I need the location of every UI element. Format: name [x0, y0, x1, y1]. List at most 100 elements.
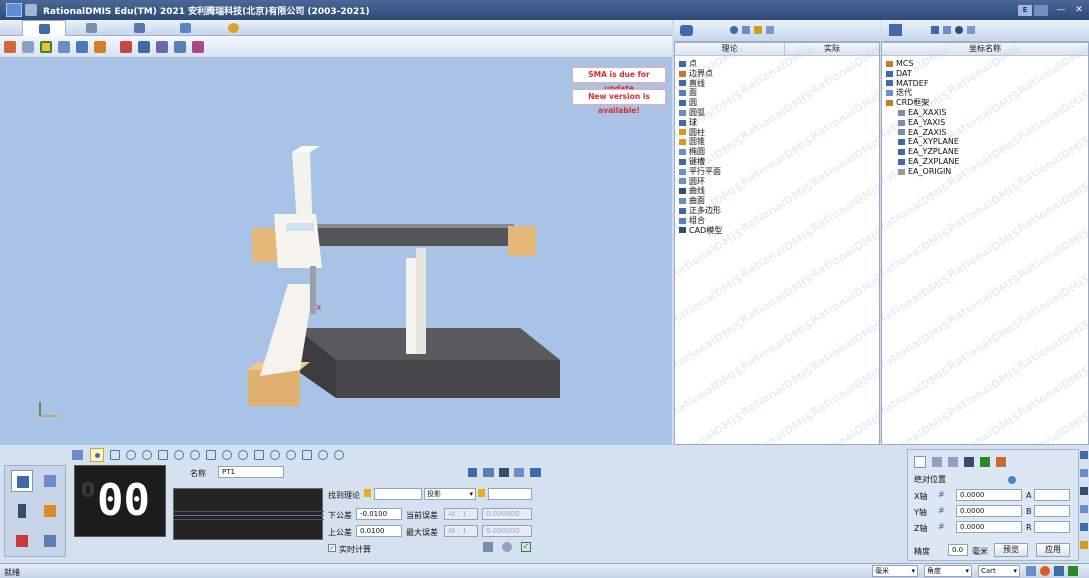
coord-item[interactable]: 迭代 [886, 88, 1088, 98]
coord-item[interactable]: EA_XYPLANE [886, 137, 1088, 147]
polygon-feature-icon[interactable] [318, 450, 328, 460]
angle-select[interactable]: 角度 ▾ [924, 565, 972, 577]
feature-item[interactable]: 平行平面 [679, 167, 879, 177]
feature-item[interactable]: 圆弧 [679, 108, 879, 118]
a-input[interactable] [1034, 489, 1070, 501]
side-icon-5[interactable] [1080, 523, 1088, 531]
side-icon-1[interactable] [1080, 451, 1088, 459]
tab-settings-icon[interactable] [228, 23, 239, 33]
measure-table-icon[interactable] [483, 468, 494, 477]
coord-item[interactable]: EA_XAXIS [886, 108, 1088, 118]
feature-item[interactable]: 曲面 [679, 196, 879, 206]
cad-mode-button[interactable] [39, 470, 61, 492]
precision-input[interactable]: 0.0 [948, 544, 968, 556]
parallel-planes-feature-icon[interactable] [254, 450, 264, 460]
confirm-icon[interactable]: ✓ [521, 542, 531, 552]
z-value-input[interactable]: 0.0000 [956, 521, 1022, 533]
name-input[interactable]: PT1 [218, 466, 284, 478]
status-record-icon[interactable] [1040, 566, 1050, 576]
feature-item[interactable]: 直线 [679, 79, 879, 89]
axes-button[interactable] [11, 530, 33, 552]
rotate-icon[interactable] [40, 41, 52, 53]
edit-icon[interactable] [483, 542, 493, 552]
coord-pane-icon[interactable] [889, 24, 902, 36]
camera-icon[interactable] [138, 41, 150, 53]
coord-item[interactable]: MATDEF [886, 79, 1088, 89]
feature-item[interactable]: 组合 [679, 216, 879, 226]
feature-item[interactable]: 键槽 [679, 157, 879, 167]
y-value-input[interactable]: 0.0000 [956, 505, 1022, 517]
plane-feature-icon[interactable] [126, 450, 136, 460]
probe-icon-2[interactable] [948, 457, 958, 467]
lighting-icon[interactable] [156, 41, 168, 53]
feature-item[interactable]: 曲线 [679, 186, 879, 196]
coord-item[interactable]: DAT [886, 69, 1088, 79]
language-badge[interactable]: E [1018, 5, 1032, 16]
move-icon[interactable] [980, 457, 990, 467]
arc-feature-icon[interactable] [158, 450, 168, 460]
status-plugin-icon[interactable] [1068, 566, 1078, 576]
feature-pane-icon[interactable] [680, 25, 693, 36]
combo-feature-icon[interactable] [334, 450, 344, 460]
apply-button[interactable]: 应用 [1036, 543, 1070, 557]
sphere-feature-icon[interactable] [174, 450, 184, 460]
position-mode-button[interactable] [914, 456, 926, 468]
home-view-icon[interactable] [4, 41, 16, 53]
find-nominal-input[interactable] [374, 488, 422, 500]
feature-item[interactable]: 球 [679, 118, 879, 128]
projection-select[interactable]: 投影 ▾ [424, 488, 476, 500]
report-button[interactable] [39, 530, 61, 552]
feature-item[interactable]: 圆环 [679, 177, 879, 187]
system-menu-icon[interactable] [25, 4, 37, 16]
feature-item[interactable]: 圆锥 [679, 137, 879, 147]
surface-feature-icon[interactable] [302, 450, 312, 460]
coord-item[interactable]: EA_YAXIS [886, 118, 1088, 128]
realtime-checkbox[interactable]: ✓ [328, 544, 336, 552]
measure-mode-icon[interactable] [468, 468, 477, 477]
status-grid-icon[interactable] [1026, 566, 1036, 576]
minimize-button[interactable]: — [1052, 4, 1070, 16]
measure-settings-icon[interactable] [530, 468, 541, 477]
coord-tool-icon[interactable] [967, 26, 975, 34]
side-icon-3[interactable] [1080, 487, 1088, 495]
measure-grid-icon[interactable] [499, 468, 509, 477]
ellipse-feature-icon[interactable] [222, 450, 232, 460]
tool-icon[interactable] [502, 542, 512, 552]
filter-shield-icon[interactable] [754, 26, 762, 34]
cmm-3d-viewport[interactable]: SMA is due for update New version is ava… [0, 58, 672, 445]
refresh-icon[interactable] [1008, 476, 1016, 484]
coord-item[interactable]: EA_ORIGIN [886, 167, 1088, 177]
coord-item[interactable]: CRD框架 [886, 98, 1088, 108]
display-icon[interactable] [174, 41, 186, 53]
torus-feature-icon[interactable] [270, 450, 280, 460]
point-feature-button[interactable] [90, 448, 104, 462]
cone-feature-icon[interactable] [206, 450, 216, 460]
side-icon-4[interactable] [1080, 505, 1088, 513]
coord-system-select[interactable]: Cart ▾ [978, 565, 1020, 577]
axis-icon-2[interactable] [964, 457, 974, 467]
render-icon[interactable] [192, 41, 204, 53]
close-button[interactable]: ✕ [1070, 4, 1088, 16]
line-feature-icon[interactable] [110, 450, 120, 460]
feature-item[interactable]: 面 [679, 88, 879, 98]
feature-item[interactable]: CAD模型 [679, 226, 879, 236]
r-input[interactable] [1034, 521, 1070, 533]
curve-feature-icon[interactable] [286, 450, 296, 460]
side-icon-2[interactable] [1080, 469, 1088, 477]
coord-item[interactable]: EA_ZXPLANE [886, 157, 1088, 167]
probe-mode-button[interactable] [11, 470, 33, 492]
clamp-button[interactable] [39, 500, 61, 522]
coord-gear-icon[interactable] [955, 26, 963, 34]
probe-tip-button[interactable] [11, 500, 33, 522]
filter-y-icon[interactable] [742, 26, 750, 34]
side-icon-6[interactable] [1080, 541, 1088, 549]
tab-probe-icon[interactable] [180, 23, 191, 33]
feature-item[interactable]: 点 [679, 59, 879, 69]
status-info-icon[interactable] [1054, 566, 1064, 576]
preview-button[interactable]: 预览 [994, 543, 1028, 557]
slot-feature-icon[interactable] [238, 450, 248, 460]
x-value-input[interactable]: 0.0000 [956, 489, 1022, 501]
tab-home[interactable] [22, 20, 66, 36]
flag-icon[interactable] [932, 457, 942, 467]
coord-table-icon[interactable] [943, 26, 951, 34]
